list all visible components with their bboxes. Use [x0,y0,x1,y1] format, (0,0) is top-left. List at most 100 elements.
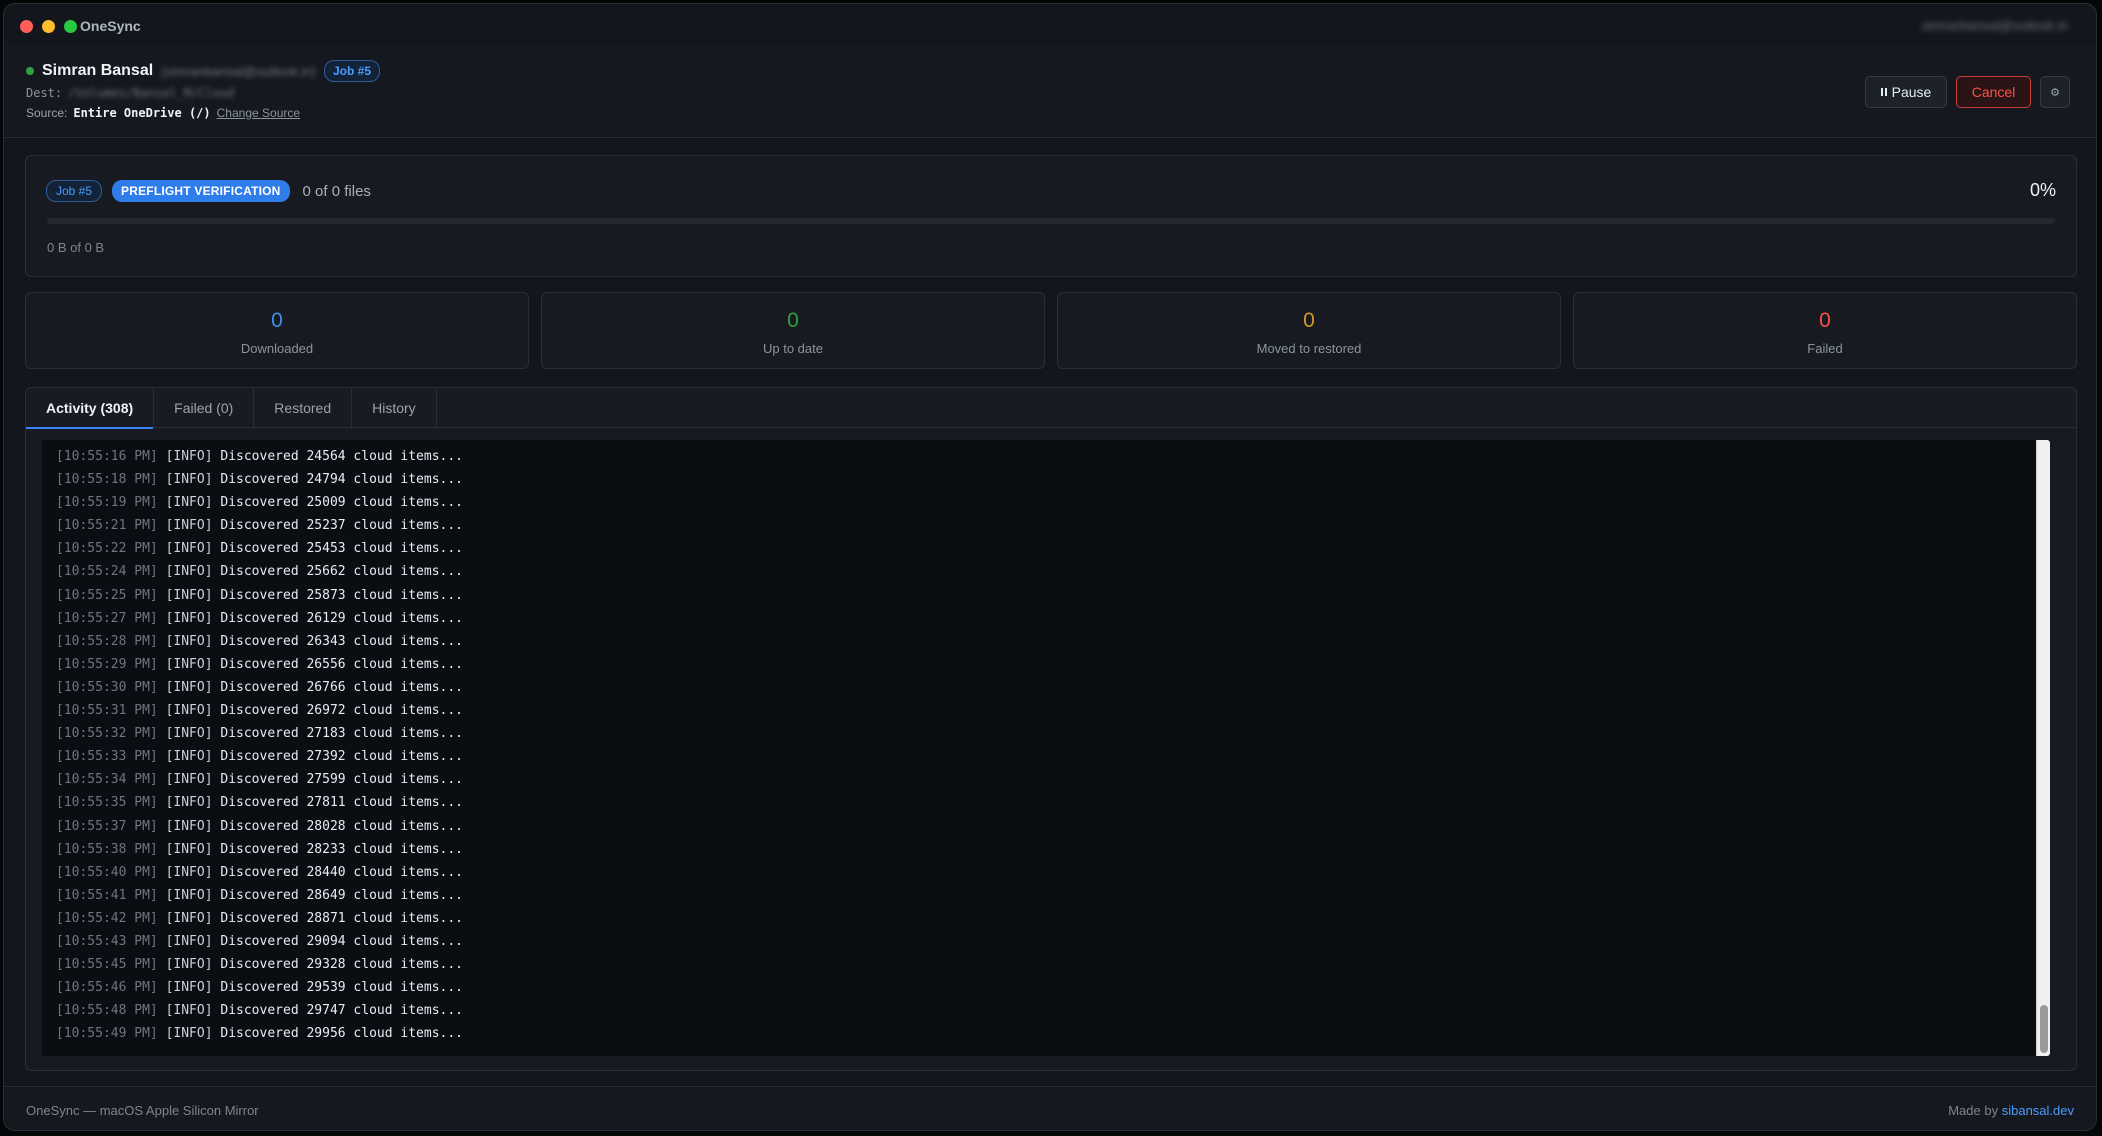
job-badge: Job #5 [323,60,380,82]
log-timestamp: [10:55:33 PM] [56,749,158,765]
log-message: Discovered 29539 cloud items... [220,980,464,996]
log-level: [INFO] [165,610,213,626]
tab-failed[interactable]: Failed (0) [154,388,255,428]
log-timestamp: [10:55:24 PM] [56,564,158,580]
log-message: Discovered 26343 cloud items... [220,633,464,649]
source-row: Source: Entire OneDrive (/) Change Sourc… [26,106,300,120]
footer-credit: Made by sibansal.dev [1948,1103,2074,1118]
log-level: [INFO] [165,795,213,811]
log-timestamp: [10:55:40 PM] [56,864,158,880]
progress-card: Job #5 PREFLIGHT VERIFICATION 0 of 0 fil… [25,155,2077,277]
online-status-dot [26,67,34,75]
app-window: OneSync simranbansal@outlook.in Simran B… [3,3,2097,1131]
log-level: [INFO] [165,564,213,580]
log-timestamp: [10:55:21 PM] [56,518,158,534]
stats-row: 0 Downloaded 0 Up to date 0 Moved to res… [25,292,2077,369]
log-message: Discovered 24794 cloud items... [220,472,464,488]
log-message: Discovered 26129 cloud items... [220,610,464,626]
settings-button[interactable]: ⚙ [2040,76,2070,108]
log-timestamp: [10:55:34 PM] [56,772,158,788]
log-level: [INFO] [165,495,213,511]
change-source-link[interactable]: Change Source [217,106,300,120]
log-timestamp: [10:55:28 PM] [56,633,158,649]
activity-log[interactable]: [10:55:16 PM] [INFO] Discovered 24564 cl… [42,440,2050,1056]
log-line: [10:55:48 PM] [INFO] Discovered 29747 cl… [56,999,463,1022]
log-level: [INFO] [165,933,213,949]
progress-percent: 0% [2029,180,2056,200]
author-link[interactable]: sibansal.dev [2002,1103,2074,1118]
log-lines: [10:55:16 PM] [INFO] Discovered 24564 cl… [56,445,463,1045]
stat-card-moved-to-restored: 0 Moved to restored [1057,292,1561,369]
log-message: Discovered 26766 cloud items... [220,679,464,695]
log-timestamp: [10:55:30 PM] [56,679,158,695]
job-header: Simran Bansal (simranbansal@outlook.in) … [4,44,2096,138]
log-level: [INFO] [165,864,213,880]
log-line: [10:55:22 PM] [INFO] Discovered 25453 cl… [56,537,463,560]
log-level: [INFO] [165,749,213,765]
made-by-label: Made by [1948,1103,1999,1118]
phase-badge: PREFLIGHT VERIFICATION [112,180,290,202]
log-message: Discovered 25009 cloud items... [220,495,464,511]
stat-label: Failed [1807,341,1843,356]
log-level: [INFO] [165,656,213,672]
log-line: [10:55:46 PM] [INFO] Discovered 29539 cl… [56,976,463,999]
tab-restored[interactable]: Restored [254,388,353,428]
log-line: [10:55:40 PM] [INFO] Discovered 28440 cl… [56,861,463,884]
log-timestamp: [10:55:42 PM] [56,910,158,926]
stat-value: 0 [1819,309,1831,332]
log-message: Discovered 25662 cloud items... [220,564,464,580]
log-timestamp: [10:55:19 PM] [56,495,158,511]
tab-bar: Activity (308) Failed (0) Restored Histo… [26,388,2076,429]
minimize-window-button[interactable] [42,20,55,33]
tab-activity[interactable]: Activity (308) [26,388,155,429]
log-line: [10:55:18 PM] [INFO] Discovered 24794 cl… [56,468,463,491]
log-level: [INFO] [165,449,213,464]
pause-button[interactable]: Pause [1865,76,1947,108]
footer-app-info: OneSync — macOS Apple Silicon Mirror [26,1103,259,1118]
source-value: Entire OneDrive (/) [73,106,211,120]
log-timestamp: [10:55:18 PM] [56,472,158,488]
log-level: [INFO] [165,518,213,534]
log-level: [INFO] [165,1026,213,1042]
log-level: [INFO] [165,587,213,603]
log-timestamp: [10:55:43 PM] [56,933,158,949]
log-message: Discovered 28440 cloud items... [220,864,464,880]
stat-value: 0 [271,309,283,332]
log-line: [10:55:21 PM] [INFO] Discovered 25237 cl… [56,514,463,537]
log-level: [INFO] [165,957,213,973]
log-level: [INFO] [165,633,213,649]
zoom-window-button[interactable] [64,20,77,33]
title-bar: OneSync simranbansal@outlook.in [4,4,2096,44]
log-message: Discovered 27183 cloud items... [220,726,464,742]
log-level: [INFO] [165,541,213,557]
log-level: [INFO] [165,472,213,488]
close-window-button[interactable] [20,20,33,33]
log-line: [10:55:31 PM] [INFO] Discovered 26972 cl… [56,699,463,722]
window-controls [20,20,77,33]
log-level: [INFO] [165,703,213,719]
dest-label: Dest: [26,86,63,100]
log-message: Discovered 26556 cloud items... [220,656,464,672]
log-level: [INFO] [165,679,213,695]
pause-icon [1880,88,1887,96]
stat-label: Downloaded [240,341,314,356]
log-message: Discovered 29328 cloud items... [220,957,464,973]
log-line: [10:55:29 PM] [INFO] Discovered 26556 cl… [56,653,463,676]
log-message: Discovered 24564 cloud items... [220,449,464,464]
user-row: Simran Bansal (simranbansal@outlook.in) … [26,60,380,82]
log-level: [INFO] [165,887,213,903]
log-scrollbar[interactable] [2036,440,2050,1056]
log-line: [10:55:16 PM] [INFO] Discovered 24564 cl… [56,445,463,468]
cancel-button[interactable]: Cancel [1956,76,2031,108]
log-timestamp: [10:55:48 PM] [56,1003,158,1019]
stat-label: Up to date [763,341,823,356]
tab-history[interactable]: History [352,388,437,428]
log-line: [10:55:35 PM] [INFO] Discovered 27811 cl… [56,791,463,814]
window-title: OneSync [80,18,141,34]
progress-bar [47,218,2055,224]
log-timestamp: [10:55:45 PM] [56,957,158,973]
stat-card-failed: 0 Failed [1573,292,2077,369]
log-scrollbar-thumb[interactable] [2040,1005,2048,1053]
log-line: [10:55:19 PM] [INFO] Discovered 25009 cl… [56,491,463,514]
log-timestamp: [10:55:29 PM] [56,656,158,672]
